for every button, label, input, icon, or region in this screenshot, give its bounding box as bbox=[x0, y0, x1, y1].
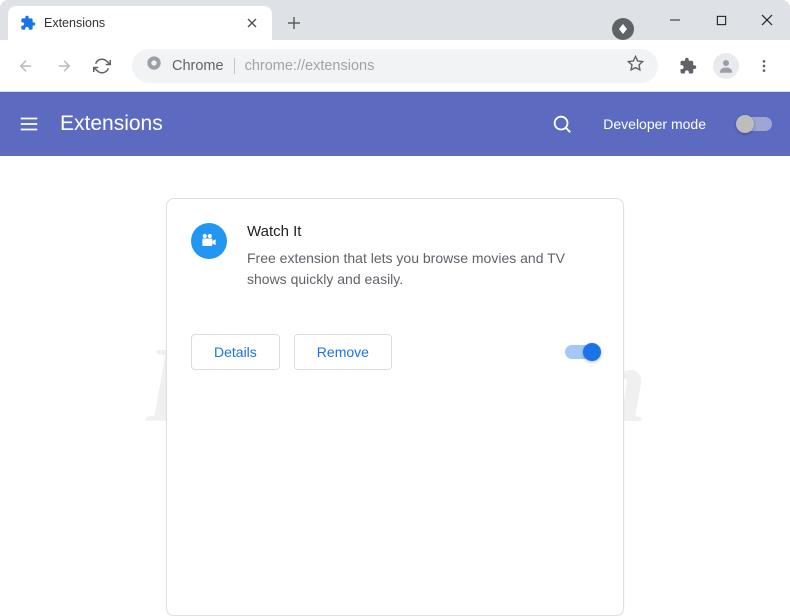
browser-tab[interactable]: Extensions bbox=[8, 6, 272, 40]
developer-mode-label: Developer mode bbox=[603, 116, 706, 132]
menu-button[interactable] bbox=[748, 50, 780, 82]
remove-button[interactable]: Remove bbox=[294, 334, 392, 370]
back-button[interactable] bbox=[10, 50, 42, 82]
extension-description: Free extension that lets you browse movi… bbox=[247, 248, 599, 290]
search-icon[interactable] bbox=[551, 113, 573, 135]
window-titlebar: Extensions bbox=[0, 0, 790, 40]
developer-mode-toggle[interactable] bbox=[738, 117, 772, 131]
chrome-icon bbox=[146, 55, 162, 76]
extensions-icon[interactable] bbox=[672, 50, 704, 82]
new-tab-button[interactable] bbox=[280, 9, 308, 37]
window-controls bbox=[652, 0, 790, 40]
account-badge-icon[interactable] bbox=[612, 18, 634, 40]
person-icon bbox=[713, 53, 739, 79]
profile-avatar[interactable] bbox=[710, 50, 742, 82]
page-title: Extensions bbox=[60, 112, 531, 136]
camera-icon bbox=[191, 223, 227, 259]
extensions-header: Extensions Developer mode bbox=[0, 92, 790, 156]
tab-title: Extensions bbox=[44, 16, 236, 30]
hamburger-menu-icon[interactable] bbox=[18, 113, 40, 135]
omnibox-divider bbox=[234, 58, 235, 74]
close-window-button[interactable] bbox=[744, 3, 790, 37]
reload-button[interactable] bbox=[86, 50, 118, 82]
extensions-content: PCrisk.com Watch It Free extension that … bbox=[0, 156, 790, 616]
browser-toolbar: Chrome chrome://extensions bbox=[0, 40, 790, 92]
forward-button[interactable] bbox=[48, 50, 80, 82]
extension-card: Watch It Free extension that lets you br… bbox=[166, 198, 624, 616]
extension-enable-toggle[interactable] bbox=[565, 345, 599, 359]
bookmark-star-icon[interactable] bbox=[627, 55, 644, 77]
url-scheme-label: Chrome bbox=[172, 58, 224, 74]
url-text: chrome://extensions bbox=[245, 58, 375, 74]
puzzle-icon bbox=[20, 15, 36, 31]
address-bar[interactable]: Chrome chrome://extensions bbox=[132, 49, 658, 83]
maximize-button[interactable] bbox=[698, 3, 744, 37]
minimize-button[interactable] bbox=[652, 3, 698, 37]
close-tab-icon[interactable] bbox=[244, 15, 260, 31]
extension-name: Watch It bbox=[247, 223, 599, 240]
details-button[interactable]: Details bbox=[191, 334, 280, 370]
